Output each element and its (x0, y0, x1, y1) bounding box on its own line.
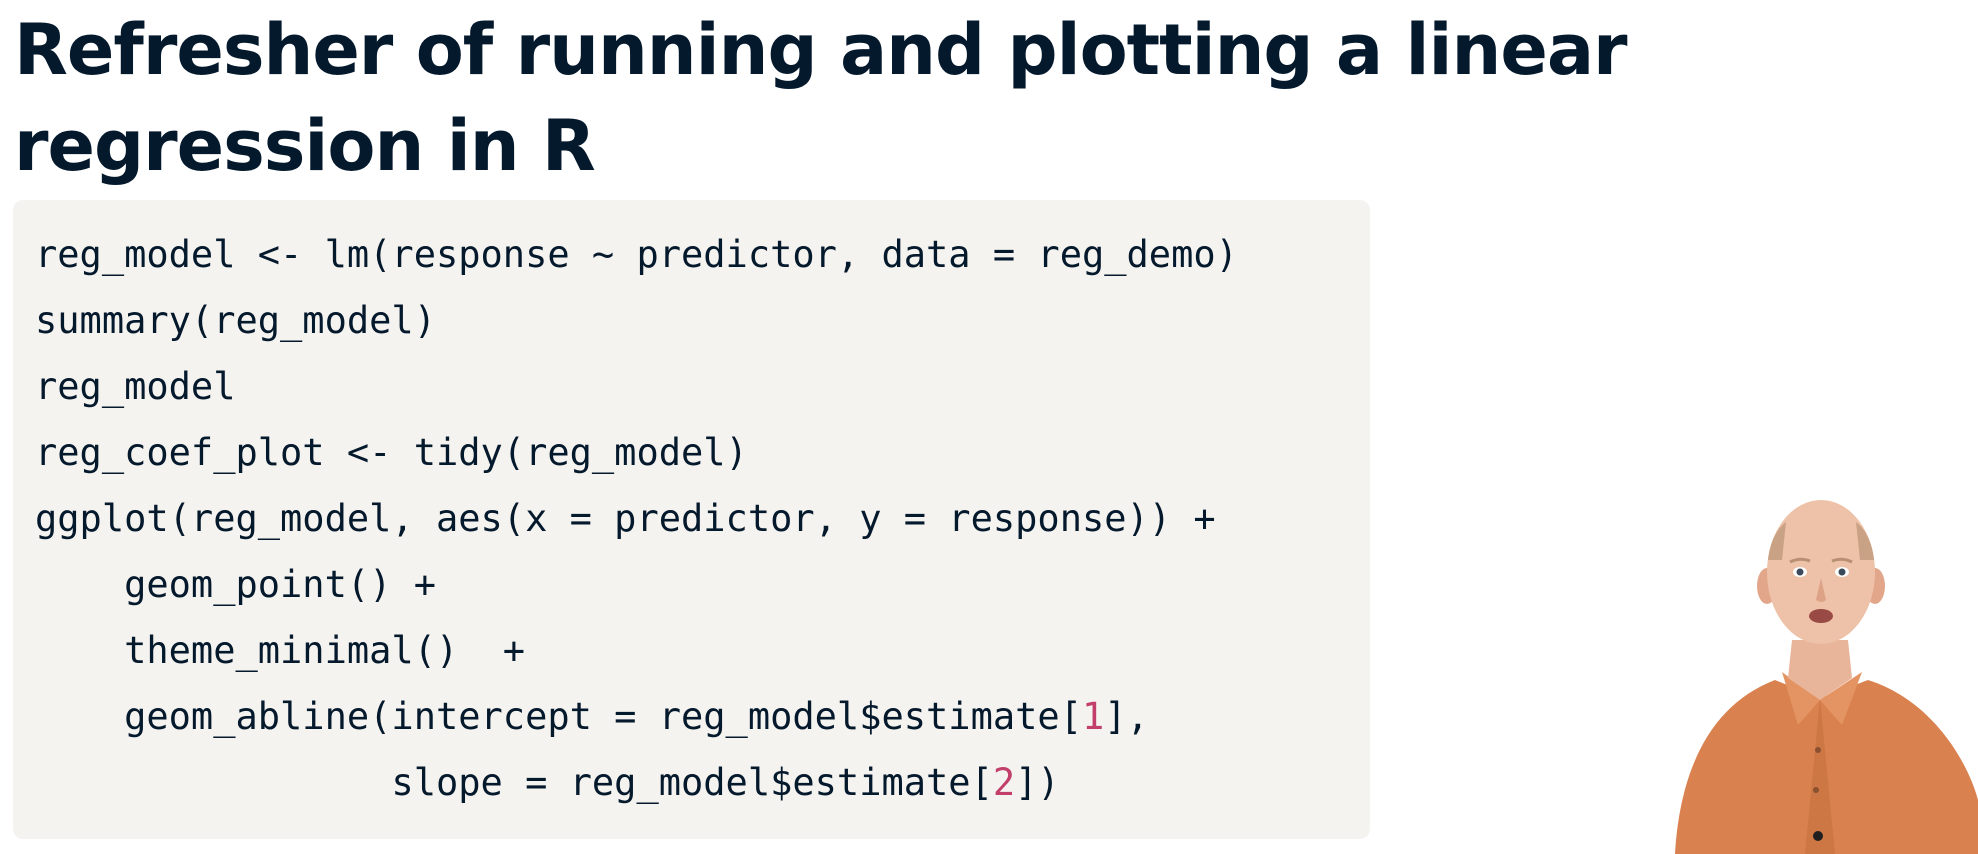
code-line-5: ggplot(reg_model, aes(x = predictor, y =… (35, 497, 1216, 540)
index-literal-1: 1 (1081, 695, 1105, 738)
code-block: reg_model <- lm(response ~ predictor, da… (13, 200, 1370, 839)
code-line-9: slope = reg_model$estimate[2]) (35, 750, 1370, 816)
slide: Refresher of running and plotting a line… (0, 0, 1978, 854)
code-line-7: theme_minimal() + (35, 629, 526, 672)
code-line-8: geom_abline(intercept = reg_model$estima… (35, 684, 1370, 750)
code-line-1: reg_model <- lm(response ~ predictor, da… (35, 233, 1238, 276)
code-line-9-text: slope = reg_model$estimate[ (35, 761, 993, 804)
microphone-icon (1813, 831, 1823, 841)
code-line-6: geom_point() + (35, 563, 436, 606)
presenter-mouth (1809, 609, 1833, 623)
code-line-9-end: ]) (1015, 761, 1060, 804)
code-line-8-text: geom_abline(intercept = reg_model$estima… (35, 695, 1082, 738)
code-line-2: summary(reg_model) (35, 299, 436, 342)
index-literal-2: 2 (992, 761, 1016, 804)
slide-title: Refresher of running and plotting a line… (14, 9, 1628, 187)
code-line-4: reg_coef_plot <- tidy(reg_model) (35, 431, 748, 474)
presenter-video (1675, 500, 1978, 854)
code-line-8-end: ], (1104, 695, 1149, 738)
code-line-3: reg_model (35, 365, 236, 408)
